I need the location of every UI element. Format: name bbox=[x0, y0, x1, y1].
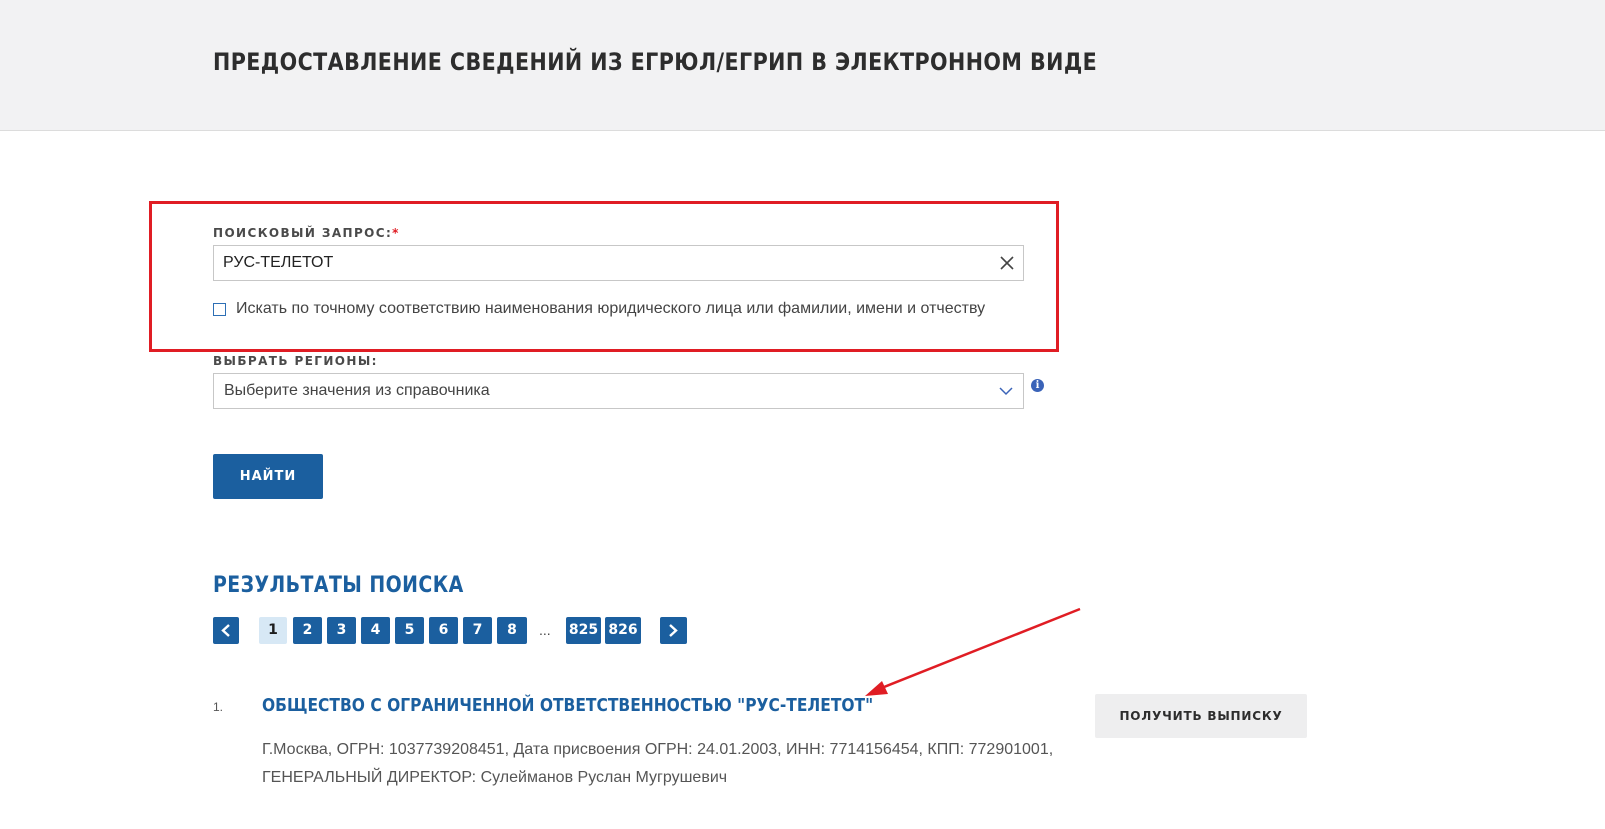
result-title-link[interactable]: ОБЩЕСТВО С ОГРАНИЧЕННОЙ ОТВЕТСТВЕННОСТЬЮ… bbox=[262, 695, 873, 716]
pagination-page-7[interactable]: 7 bbox=[463, 617, 492, 644]
results-title: РЕЗУЛЬТАТЫ ПОИСКА bbox=[213, 573, 464, 598]
pagination-page-825[interactable]: 825 bbox=[566, 617, 601, 644]
chevron-down-icon[interactable] bbox=[999, 386, 1013, 396]
required-mark: * bbox=[392, 226, 400, 240]
exact-match-label[interactable]: Искать по точному соответствию наименова… bbox=[236, 300, 985, 318]
pagination-page-8[interactable]: 8 bbox=[497, 617, 527, 644]
result-number: 1. bbox=[213, 700, 224, 714]
pagination-page-5[interactable]: 5 bbox=[395, 617, 424, 644]
pagination-page-6[interactable]: 6 bbox=[429, 617, 458, 644]
chevron-right-icon bbox=[669, 624, 678, 637]
regions-select-placeholder[interactable]: Выберите значения из справочника bbox=[224, 382, 490, 400]
find-button[interactable]: НАЙТИ bbox=[213, 454, 323, 499]
page-header: ПРЕДОСТАВЛЕНИЕ СВЕДЕНИЙ ИЗ ЕГРЮЛ/ЕГРИП В… bbox=[0, 0, 1605, 131]
regions-label: ВЫБРАТЬ РЕГИОНЫ: bbox=[213, 354, 378, 368]
search-query-label-text: ПОИСКОВЫЙ ЗАПРОС: bbox=[213, 226, 393, 240]
chevron-left-icon bbox=[221, 624, 230, 637]
pagination-prev-button[interactable] bbox=[213, 617, 239, 644]
regions-select[interactable]: Выберите значения из справочника bbox=[213, 373, 1024, 409]
search-query-label: ПОИСКОВЫЙ ЗАПРОС:* bbox=[213, 226, 400, 240]
pagination-page-4[interactable]: 4 bbox=[361, 617, 390, 644]
pagination-next-button[interactable] bbox=[660, 617, 687, 644]
pagination-ellipsis: ... bbox=[539, 622, 551, 638]
pagination-page-826[interactable]: 826 bbox=[605, 617, 641, 644]
search-input[interactable] bbox=[223, 246, 983, 280]
exact-match-option[interactable]: Искать по точному соответствию наименова… bbox=[213, 300, 985, 318]
pagination-page-2[interactable]: 2 bbox=[293, 617, 322, 644]
get-extract-button[interactable]: ПОЛУЧИТЬ ВЫПИСКУ bbox=[1095, 694, 1307, 738]
pagination-page-1[interactable]: 1 bbox=[259, 617, 287, 644]
pagination-page-3[interactable]: 3 bbox=[327, 617, 356, 644]
page-title: ПРЕДОСТАВЛЕНИЕ СВЕДЕНИЙ ИЗ ЕГРЮЛ/ЕГРИП В… bbox=[213, 48, 1098, 76]
annotation-arrow bbox=[865, 607, 1081, 696]
clear-icon[interactable] bbox=[1000, 256, 1014, 270]
search-input-box[interactable] bbox=[213, 245, 1024, 281]
exact-match-checkbox[interactable] bbox=[213, 302, 226, 316]
info-icon[interactable]: i bbox=[1031, 379, 1044, 392]
result-details: Г.Москва, ОГРН: 1037739208451, Дата прис… bbox=[262, 741, 1054, 786]
